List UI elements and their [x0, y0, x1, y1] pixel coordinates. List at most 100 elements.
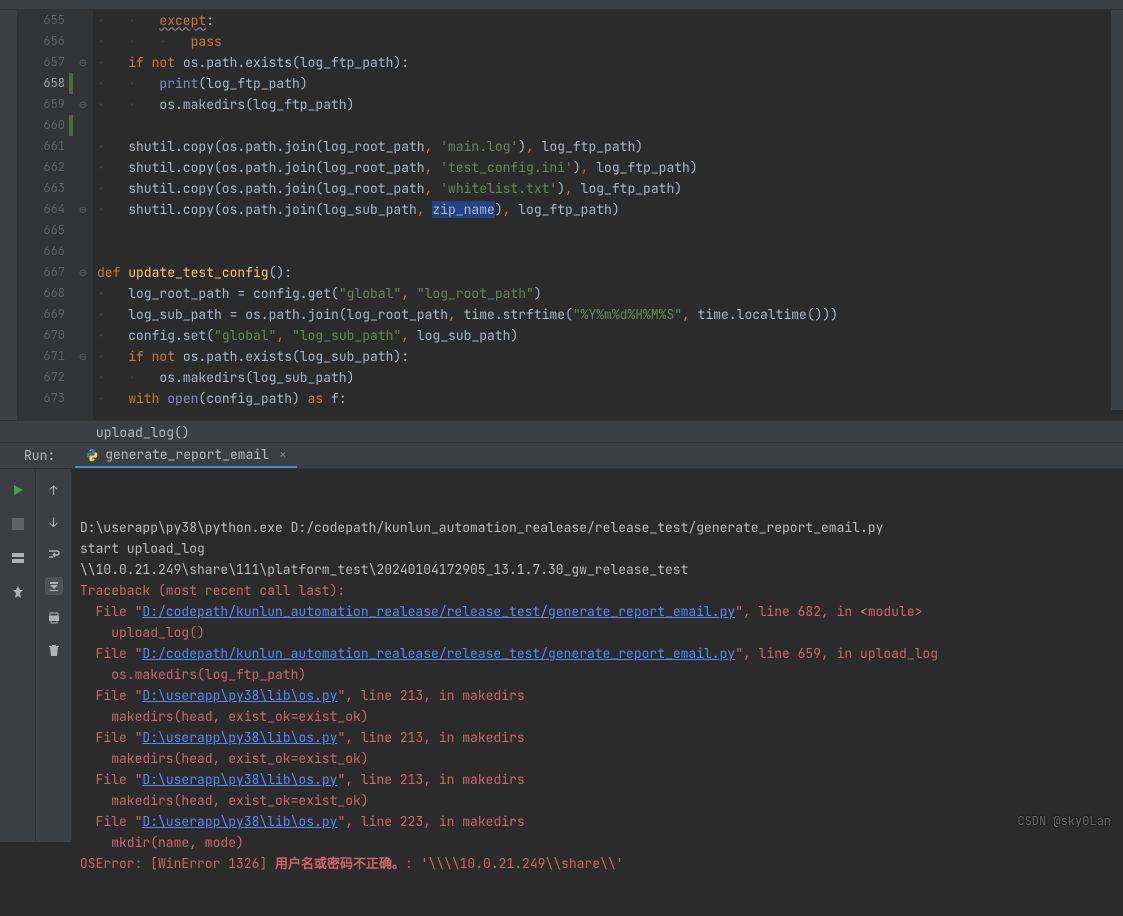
editor-area: 6556566576586596606616626636646656666676…: [0, 10, 1123, 420]
fold-toggle-icon: [73, 115, 93, 136]
code-line[interactable]: · · os.makedirs(log_sub_path): [97, 367, 1123, 388]
fold-toggle-icon[interactable]: ⊖: [73, 346, 93, 367]
breadcrumb[interactable]: upload_log(): [0, 420, 1123, 443]
run-secondary-toolbar: ↑ ↓: [36, 469, 72, 842]
line-number: 662: [18, 157, 65, 178]
console-line: D:\userapp\py38\python.exe D:/codepath/k…: [80, 517, 1123, 538]
up-arrow-icon[interactable]: ↑: [45, 481, 63, 499]
python-icon: [85, 448, 99, 462]
line-number: 666: [18, 241, 65, 262]
console-line: File "D:\userapp\py38\lib\os.py", line 2…: [80, 727, 1123, 748]
code-line[interactable]: · if not os.path.exists(log_sub_path):: [97, 346, 1123, 367]
console-output[interactable]: D:\userapp\py38\python.exe D:/codepath/k…: [72, 469, 1123, 842]
line-number: 663: [18, 178, 65, 199]
soft-wrap-icon[interactable]: [45, 545, 63, 563]
left-activity-bar[interactable]: [0, 10, 18, 420]
code-line[interactable]: · log_sub_path = os.path.join(log_root_p…: [97, 304, 1123, 325]
scroll-to-end-icon[interactable]: [45, 577, 63, 595]
fold-toggle-icon: [73, 241, 93, 262]
console-line: Traceback (most recent call last):: [80, 580, 1123, 601]
code-line[interactable]: [97, 241, 1123, 262]
code-line[interactable]: · if not os.path.exists(log_ftp_path):: [97, 52, 1123, 73]
console-line: makedirs(head, exist_ok=exist_ok): [80, 706, 1123, 727]
code-line[interactable]: · shutil.copy(os.path.join(log_root_path…: [97, 157, 1123, 178]
down-arrow-icon[interactable]: ↓: [45, 513, 63, 531]
line-number: 665: [18, 220, 65, 241]
fold-toggle-icon: [73, 31, 93, 52]
run-toolwindow-header: Run: generate_report_email ×: [0, 443, 1123, 469]
console-line: os.makedirs(log_ftp_path): [80, 664, 1123, 685]
line-number: 672: [18, 367, 65, 388]
fold-toggle-icon: [73, 136, 93, 157]
code-line[interactable]: · · except:: [97, 10, 1123, 31]
console-line: \\10.0.21.249\share\111\platform_test\20…: [80, 559, 1123, 580]
console-line: makedirs(head, exist_ok=exist_ok): [80, 790, 1123, 811]
fold-toggle-icon: [73, 73, 93, 94]
code-line[interactable]: · · · pass: [97, 31, 1123, 52]
trash-icon[interactable]: [45, 641, 63, 659]
line-number: 658: [18, 73, 65, 94]
line-number: 661: [18, 136, 65, 157]
console-line: mkdir(name, mode): [80, 832, 1123, 853]
vcs-change-marker[interactable]: [69, 115, 73, 136]
run-config-tab[interactable]: generate_report_email ×: [75, 443, 297, 468]
fold-toggle-icon: [73, 367, 93, 388]
watermark: CSDN @sky0Lan: [1017, 811, 1111, 832]
console-line: File "D:/codepath/kunlun_automation_real…: [80, 643, 1123, 664]
code-line[interactable]: · config.set("global", "log_sub_path", l…: [97, 325, 1123, 346]
code-line[interactable]: [97, 220, 1123, 241]
console-line: File "D:\userapp\py38\lib\os.py", line 2…: [80, 769, 1123, 790]
console-line: start upload_log: [80, 538, 1123, 559]
code-editor[interactable]: · · except:· · · pass· if not os.path.ex…: [93, 10, 1123, 420]
console-line: File "D:\userapp\py38\lib\os.py", line 2…: [80, 811, 1123, 832]
line-number: 668: [18, 283, 65, 304]
run-primary-toolbar: [0, 469, 36, 842]
code-line[interactable]: · shutil.copy(os.path.join(log_root_path…: [97, 136, 1123, 157]
fold-toggle-icon[interactable]: ⊖: [73, 262, 93, 283]
console-line: makedirs(head, exist_ok=exist_ok): [80, 748, 1123, 769]
console-line: File "D:\userapp\py38\lib\os.py", line 2…: [80, 685, 1123, 706]
fold-toggle-icon[interactable]: ⊖: [73, 52, 93, 73]
line-number: 670: [18, 325, 65, 346]
run-toolwindow-body: ↑ ↓ D:\userapp\py38\python.exe D:/codepa…: [0, 469, 1123, 842]
run-label: Run:: [24, 447, 55, 468]
line-number: 659: [18, 94, 65, 115]
console-line: upload_log(): [80, 622, 1123, 643]
code-line[interactable]: · shutil.copy(os.path.join(log_sub_path,…: [97, 199, 1123, 220]
fold-toggle-icon[interactable]: ⊖: [73, 94, 93, 115]
close-icon[interactable]: ×: [279, 446, 287, 463]
line-number: 669: [18, 304, 65, 325]
gutter-fold-marks[interactable]: ⊖ ⊖ ⊖ ⊖ ⊖: [73, 10, 93, 420]
line-number: 655: [18, 10, 65, 31]
code-line[interactable]: · log_root_path = config.get("global", "…: [97, 283, 1123, 304]
code-line[interactable]: [97, 115, 1123, 136]
code-line[interactable]: · · print(log_ftp_path): [97, 73, 1123, 94]
console-line: OSError: [WinError 1326] 用户名或密码不正确。: '\\…: [80, 853, 1123, 874]
code-line[interactable]: · · os.makedirs(log_ftp_path): [97, 94, 1123, 115]
line-number: 671: [18, 346, 65, 367]
print-icon[interactable]: [45, 609, 63, 627]
code-line[interactable]: · shutil.copy(os.path.join(log_root_path…: [97, 178, 1123, 199]
run-tab-label: generate_report_email: [105, 446, 269, 463]
editor-scrollbar[interactable]: [1111, 10, 1123, 410]
fold-toggle-icon: [73, 283, 93, 304]
fold-toggle-icon: [73, 220, 93, 241]
pin-button[interactable]: [9, 583, 27, 601]
stop-button[interactable]: [9, 515, 27, 533]
code-line[interactable]: · with open(config_path) as f:: [97, 388, 1123, 409]
window-top-bar: [0, 0, 1123, 10]
fold-toggle-icon[interactable]: ⊖: [73, 199, 93, 220]
rerun-button[interactable]: [9, 481, 27, 499]
fold-toggle-icon: [73, 325, 93, 346]
line-number: 664: [18, 199, 65, 220]
vcs-change-marker[interactable]: [69, 73, 73, 94]
line-number: 673: [18, 388, 65, 409]
line-number: 657: [18, 52, 65, 73]
line-number-gutter: 6556566576586596606616626636646656666676…: [18, 10, 73, 420]
fold-toggle-icon: [73, 178, 93, 199]
line-number: 660: [18, 115, 65, 136]
code-line[interactable]: def update_test_config():: [97, 262, 1123, 283]
breadcrumb-text: upload_log(): [96, 424, 190, 441]
fold-toggle-icon: [73, 388, 93, 409]
layout-button[interactable]: [9, 549, 27, 567]
